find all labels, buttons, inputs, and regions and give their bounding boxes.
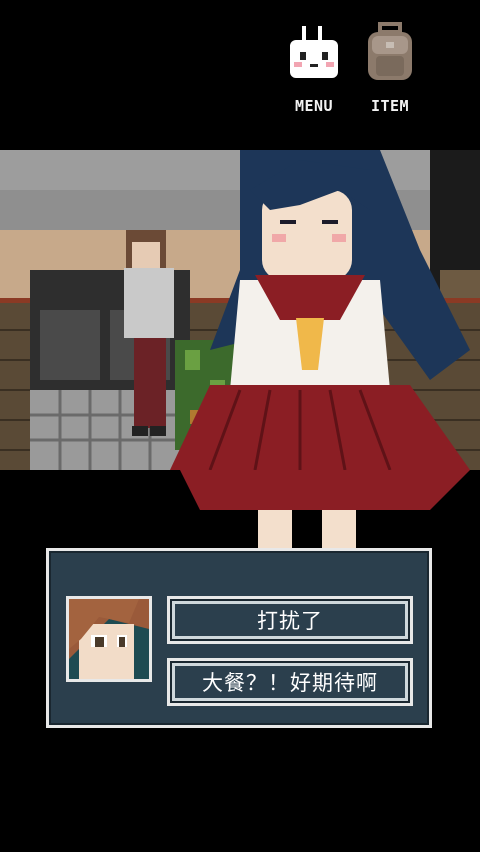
rabbit-icon xyxy=(290,26,338,78)
speaker-portrait xyxy=(66,596,152,682)
item-button[interactable]: ITEM xyxy=(358,20,422,115)
menu-label: MENU xyxy=(294,97,334,115)
character-legs xyxy=(180,470,470,550)
backpack-icon xyxy=(368,22,412,80)
choice-1-button[interactable]: 打扰了 xyxy=(167,596,413,644)
boy-portrait-art xyxy=(69,599,149,679)
game-scene xyxy=(0,150,480,470)
item-label: ITEM xyxy=(370,97,410,115)
background-art xyxy=(0,150,480,470)
dialog-panel: 打扰了 大餐？！好期待啊 xyxy=(46,548,432,728)
menu-button[interactable]: MENU xyxy=(282,20,346,115)
choice-2-button[interactable]: 大餐？！好期待啊 xyxy=(167,658,413,706)
